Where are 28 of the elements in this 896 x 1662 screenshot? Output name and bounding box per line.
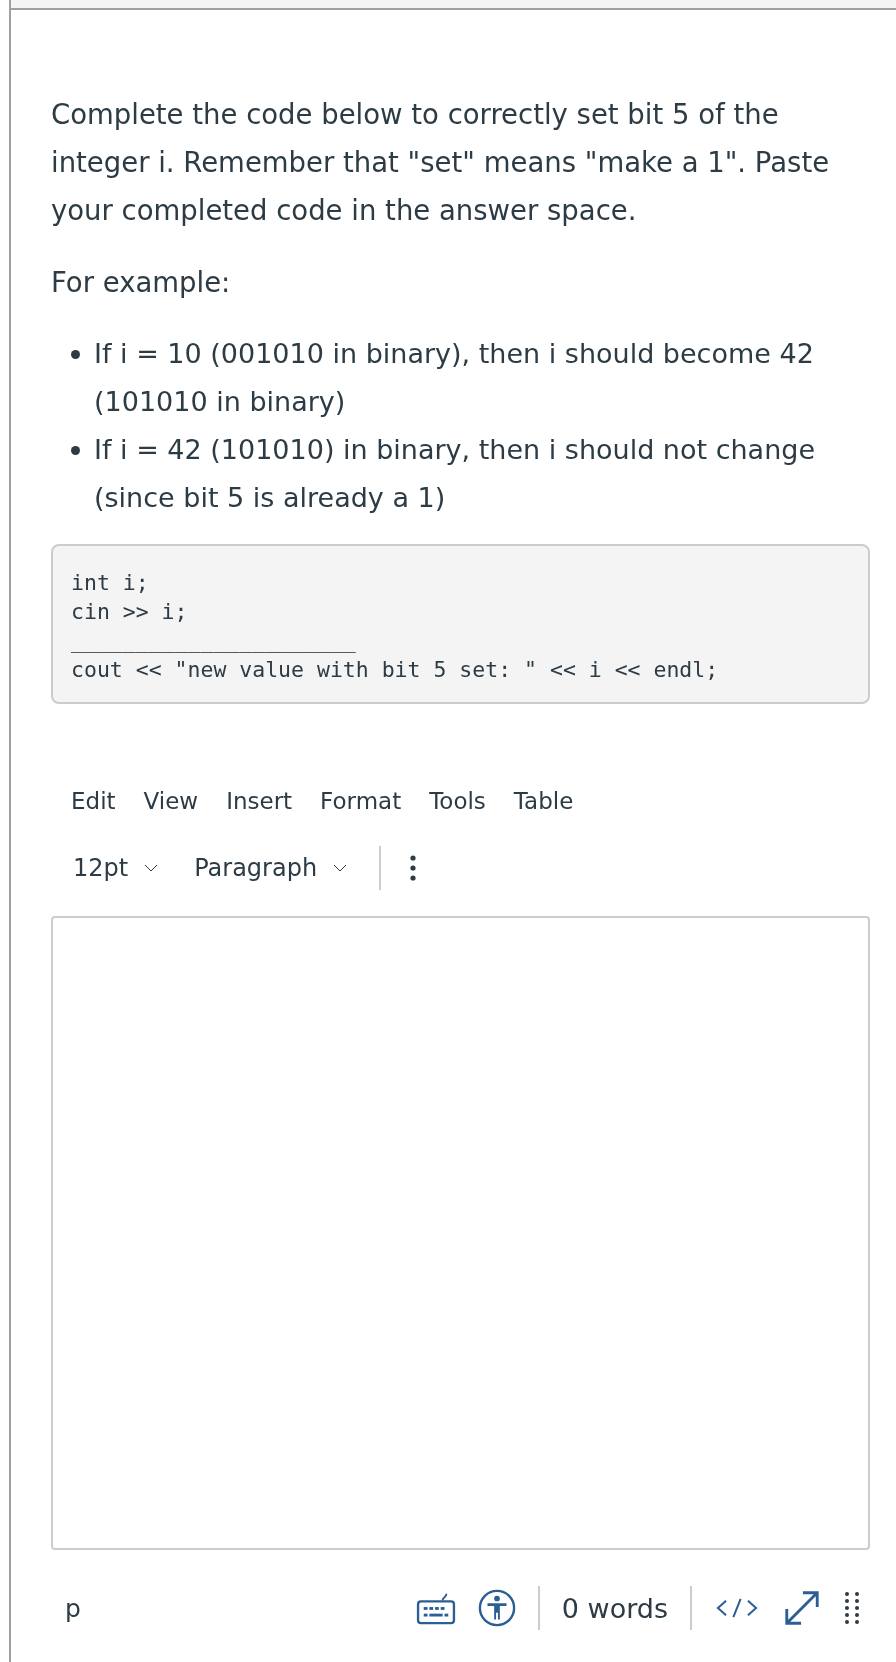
keyboard-icon[interactable] [415,1591,456,1625]
code-line: cin >> i; [71,598,189,626]
more-icon[interactable] [409,854,418,882]
menu-item[interactable]: Format [312,784,410,818]
menu-item[interactable]: Table [505,784,582,818]
resize-handle-icon[interactable] [844,1591,860,1625]
chevron-icon [144,864,159,872]
question-text: For example: [51,265,232,300]
menu-item[interactable]: Tools [421,784,494,818]
menu-item[interactable]: View [135,784,207,818]
menu-item[interactable]: Edit [63,784,124,818]
element-path: p [65,1593,81,1623]
code-view-icon[interactable] [714,1598,760,1618]
dropdown-button[interactable]: 12pt [69,850,163,886]
bullet-icon [71,350,80,359]
code-line: int i; [71,569,150,597]
bullet-text: If i = 10 (001010 in binary), then i should become 42 (101010 in binary) [94,337,815,419]
code-line: cout << "new value with bit 5 set: " << i << endl; [71,656,720,684]
bullet-icon [71,446,80,455]
fullscreen-icon[interactable] [782,1588,822,1628]
question-text: Complete the code below to correctly set bit 5 of the integer i. Remember that "set" means "make a 1". Paste your completed code in the answer space. [51,97,831,228]
dropdown-button[interactable]: Paragraph [190,850,352,886]
menu-item[interactable]: Insert [218,784,301,818]
code-line: ______________________ [71,627,357,655]
accessibility-icon[interactable] [477,1589,516,1627]
chevron-icon [333,864,348,872]
bullet-text: If i = 42 (101010) in binary, then i should not change (since bit 5 is already a 1) [94,433,817,515]
word-count: 0 words [561,1592,668,1624]
